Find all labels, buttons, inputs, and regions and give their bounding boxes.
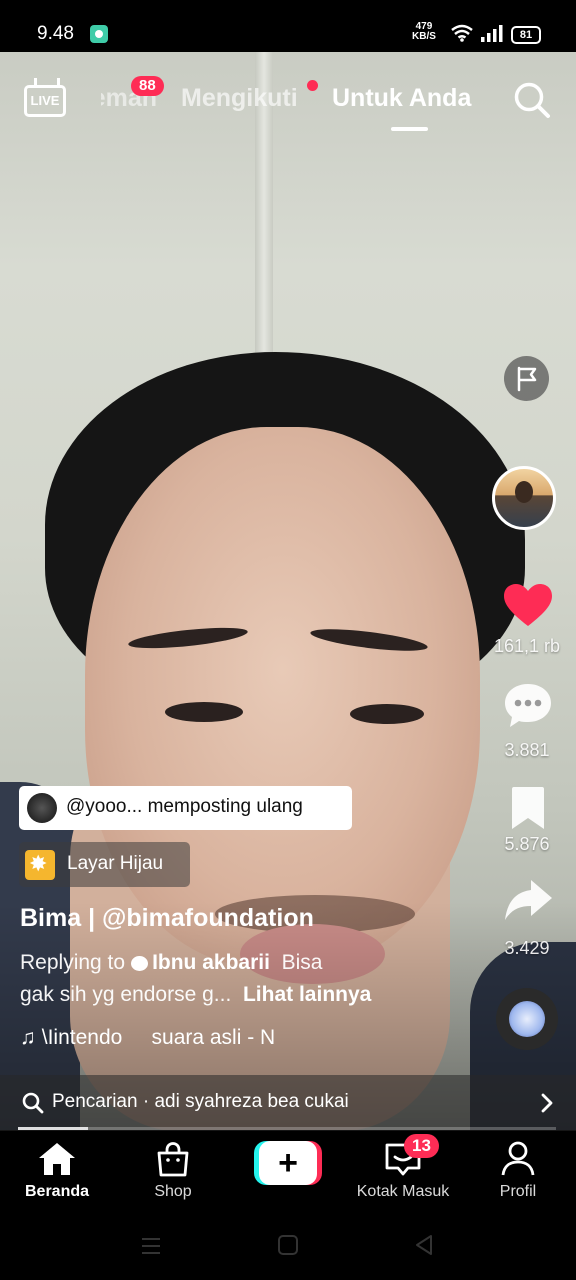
wifi-icon	[451, 24, 473, 42]
network-speed: 479 KB/S	[412, 22, 436, 42]
comment-icon[interactable]	[502, 682, 554, 730]
music-cover	[509, 1001, 545, 1037]
create-button[interactable]: +	[254, 1141, 322, 1185]
repost-avatar	[27, 793, 57, 823]
battery-icon: 81	[511, 26, 541, 44]
video-eye	[165, 702, 243, 722]
comment-bubble-icon	[131, 956, 149, 971]
signal-icon	[481, 25, 503, 42]
nav-profile[interactable]: Profil	[468, 1141, 568, 1201]
chevron-right-icon	[541, 1093, 553, 1113]
caption-text: Bisa	[281, 951, 323, 974]
network-speed-unit: KB/S	[412, 31, 436, 42]
back-icon[interactable]	[413, 1234, 435, 1256]
report-button[interactable]	[504, 356, 549, 401]
plus-icon: +	[259, 1141, 317, 1185]
caption-line-2: gak sih yg endorse g... Lihat lainnya	[20, 983, 371, 1007]
caption-line-1: Replying to Ibnu akbarii Bisa	[20, 951, 322, 975]
effect-label: Layar Hijau	[67, 853, 164, 874]
profile-icon	[501, 1141, 535, 1176]
music-note-icon: ♫	[20, 1026, 36, 1049]
caption-replying-to: Replying to	[20, 951, 126, 974]
video-eye	[350, 704, 424, 724]
tab-for-you[interactable]: Untuk Anda	[332, 84, 471, 113]
creator-avatar[interactable]	[492, 466, 556, 530]
bottom-nav: Beranda Shop + Kotak Masuk Profil	[0, 1131, 576, 1214]
nav-shop[interactable]: Shop	[123, 1141, 223, 1201]
search-icon[interactable]	[512, 80, 552, 120]
recents-icon[interactable]	[140, 1236, 162, 1256]
friends-badge: 88	[131, 76, 164, 96]
home-nav-icon[interactable]	[277, 1234, 299, 1256]
effect-tag[interactable]: Layar Hijau	[19, 842, 190, 887]
nav-shop-label: Shop	[154, 1183, 192, 1200]
comment-count: 3.881	[504, 740, 550, 760]
share-count: 3.429	[504, 938, 550, 958]
music-artist: \Iintendo	[41, 1026, 123, 1049]
video-progress-bar[interactable]	[18, 1127, 556, 1130]
live-button[interactable]: LIVE	[24, 78, 66, 118]
music-disc[interactable]	[496, 988, 558, 1050]
music-title: suara asli - N	[151, 1026, 276, 1049]
active-tab-indicator	[391, 127, 428, 131]
avatar-figure	[515, 481, 533, 503]
repost-indicator[interactable]: @yooo... memposting ulang	[19, 786, 352, 830]
caption-text: gak sih yg endorse g...	[20, 983, 232, 1006]
music-ticker[interactable]: ♫ \Iintendo suara asli - N	[20, 1026, 310, 1050]
flag-icon	[517, 366, 537, 392]
reply-username[interactable]: Ibnu akbarii	[152, 951, 270, 974]
heart-icon[interactable]	[502, 582, 554, 630]
repost-text: @yooo... memposting ulang	[66, 796, 303, 817]
notification-app-icon	[90, 25, 108, 43]
see-more-link[interactable]: Lihat lainnya	[243, 983, 371, 1006]
search-icon	[22, 1092, 44, 1114]
bookmark-count: 5.876	[504, 834, 550, 854]
search-suggestion-text: Pencarian · adi syahreza bea cukai	[52, 1091, 349, 1112]
nav-inbox-label: Kotak Masuk	[356, 1183, 450, 1200]
status-time: 9.48	[37, 23, 74, 44]
nav-home-label: Beranda	[24, 1183, 90, 1200]
search-suggestion-bar[interactable]: Pencarian · adi syahreza bea cukai	[0, 1075, 576, 1131]
home-icon	[39, 1143, 75, 1175]
system-nav-bar	[0, 1214, 576, 1280]
green-screen-effect-icon	[25, 850, 55, 880]
share-icon[interactable]	[502, 876, 554, 924]
live-icon: LIVE	[24, 85, 66, 117]
author-name[interactable]: Bima | @bimafoundation	[20, 904, 314, 933]
tab-following[interactable]: Mengikuti	[181, 84, 298, 113]
video-progress-fill	[18, 1127, 88, 1130]
shop-bag-icon	[157, 1142, 189, 1177]
bookmark-icon[interactable]	[502, 784, 554, 832]
nav-profile-label: Profil	[499, 1183, 537, 1200]
inbox-badge: 13	[404, 1134, 439, 1158]
like-count: 161,1 rb	[493, 636, 561, 656]
nav-home[interactable]: Beranda	[7, 1141, 107, 1201]
status-bar: 9.48 479 KB/S 81	[0, 0, 576, 52]
following-dot	[307, 80, 318, 91]
